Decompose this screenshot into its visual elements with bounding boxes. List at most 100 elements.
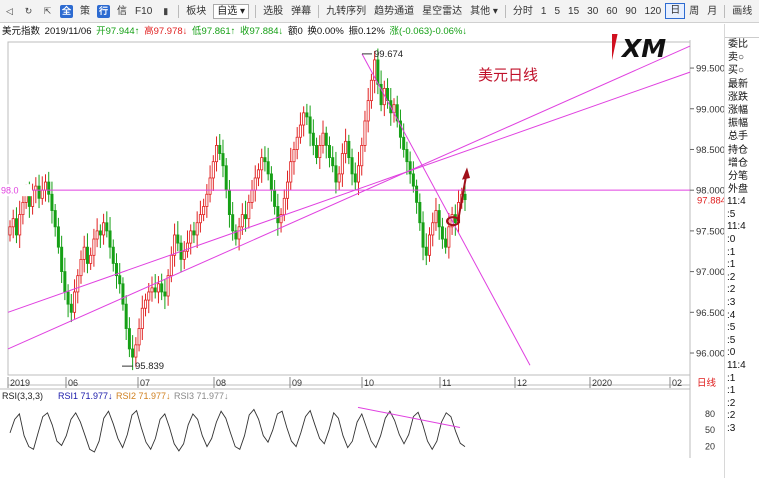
side-panel-tick-time: :1 [727, 259, 736, 271]
candle-body [43, 181, 47, 191]
candle-body [295, 136, 299, 150]
candle-body [56, 226, 60, 248]
candle-body [369, 79, 373, 102]
candle-body [431, 222, 435, 236]
candle-body [79, 258, 83, 277]
candle-body [415, 185, 419, 203]
candle-body [269, 173, 273, 191]
candle-body [173, 234, 177, 256]
side-panel-tick-time: :0 [727, 347, 736, 359]
candle-body [247, 201, 251, 220]
downtrend-line[interactable] [361, 53, 531, 366]
candle-body [266, 161, 270, 175]
rsi-tick-label: 50 [705, 425, 715, 435]
candle-body [134, 344, 138, 358]
candle-body [318, 145, 322, 159]
draw-line-button[interactable]: 画线 [728, 0, 756, 22]
x-tick-label: 09 [292, 378, 302, 388]
x-tick-label: 07 [140, 378, 150, 388]
candle-body [376, 59, 380, 85]
candle-body [292, 149, 296, 163]
candle-body [218, 145, 222, 154]
rsi-line [9, 408, 466, 453]
candle-body [331, 157, 335, 167]
candle-body [408, 161, 412, 175]
candle-body [66, 291, 70, 305]
candle-body [124, 303, 128, 329]
side-panel-tick-time: 11:4 [727, 196, 746, 208]
candle-body [198, 214, 202, 224]
candle-body [21, 201, 25, 216]
side-panel-fields: 委比 卖○ 买○ 最新 涨跌 涨幅 振幅 总手 持仓 增仓 分笔 外盘 [725, 38, 759, 196]
candle-body [347, 140, 351, 159]
candle-body [108, 230, 112, 248]
chart-title: 美元日线 [478, 66, 539, 84]
candle-body [298, 124, 302, 138]
candle-body [34, 185, 38, 191]
candle-body [263, 157, 267, 163]
y-tick-label: 97.000 [696, 267, 724, 278]
candle-body [102, 222, 106, 236]
channel-upper-line[interactable] [7, 71, 691, 313]
y-tick-label: 98.500 [696, 145, 724, 156]
side-panel-field: 振幅 [728, 118, 748, 130]
candle-body [111, 246, 115, 264]
period-label: 日线 [697, 377, 717, 389]
candle-body [327, 145, 331, 159]
y-tick-label: 96.000 [696, 349, 724, 360]
candle-body [150, 287, 154, 293]
side-panel-header [725, 24, 759, 38]
candle-body [153, 287, 157, 293]
candle-body [63, 271, 67, 293]
candle-body [85, 246, 89, 264]
candle-body [340, 153, 344, 175]
candle-body [37, 185, 41, 199]
candle-body [324, 132, 328, 146]
candle-body [353, 173, 357, 183]
candle-body [160, 283, 164, 293]
candle-body [147, 291, 151, 301]
candle-body [256, 169, 260, 179]
rsi-label: RSI(3,3,3) [2, 391, 43, 401]
side-panel-tick-time: :4 [727, 309, 736, 321]
candle-body [428, 234, 432, 256]
candle-body [418, 201, 422, 224]
candle-body [11, 218, 15, 228]
candle-body [315, 145, 319, 159]
side-panel-tick-time: :2 [727, 410, 736, 422]
high-label: 99.674 [374, 49, 403, 60]
side-panel-field: 卖○ [728, 52, 745, 64]
candle-body [95, 230, 99, 240]
y-tick-label: 99.500 [696, 64, 724, 75]
candle-body [118, 275, 122, 285]
side-panel-tick-time: :5 [727, 334, 736, 346]
side-panel-field: 最新 [728, 78, 748, 90]
candle-body [344, 140, 348, 154]
side-panel-tick-time: :3 [727, 297, 736, 308]
side-panel-tick-time: :2 [727, 284, 736, 296]
candle-body [47, 181, 51, 195]
candle-body [337, 173, 341, 183]
candle-body [224, 165, 228, 191]
side-panel-tick-time: :2 [727, 397, 736, 409]
candle-body [18, 214, 22, 236]
side-panel-tick-time: :1 [727, 246, 736, 258]
candle-body [437, 210, 441, 228]
price-chart[interactable]: 99.50099.00098.50098.00097.50097.00096.5… [0, 0, 724, 478]
candle-body [144, 299, 148, 309]
candle-body [405, 149, 409, 163]
candle-body [289, 161, 293, 183]
channel-lower-line[interactable] [7, 45, 691, 350]
left-level-label: 98.0 [1, 186, 19, 196]
low-label: 95.839 [135, 361, 164, 372]
candle-body [140, 307, 144, 329]
candle-body [121, 283, 125, 305]
candle-body [250, 189, 254, 203]
candle-body [131, 348, 135, 358]
rsi1-label: RSI1 71.977↓ [58, 391, 113, 401]
rsi-trendline[interactable] [357, 406, 461, 428]
side-panel-ticks: 11:4:5 11:4:0:1:1:2:2:3:4:5:5:0 11:4:1:1:2… [725, 196, 759, 435]
rsi3-label: RSI3 71.977↓ [174, 391, 229, 401]
candle-body [227, 189, 231, 216]
candle-body [360, 145, 364, 167]
